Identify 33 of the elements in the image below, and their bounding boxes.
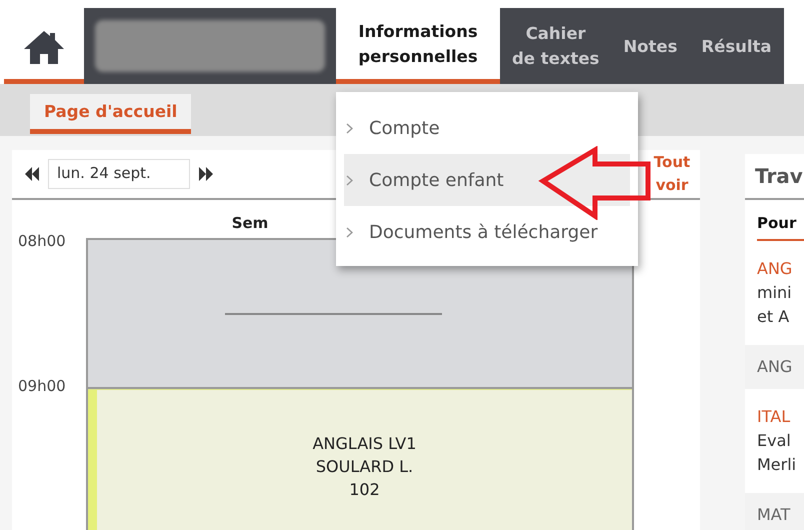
homework-text: mini — [757, 282, 793, 304]
chevron-icon — [346, 226, 353, 238]
previous-icon[interactable] — [24, 167, 40, 181]
time-label: 09h00 — [17, 377, 67, 397]
nav-tab[interactable]: Résulta — [689, 8, 784, 84]
chevron-icon — [346, 122, 353, 134]
panel-title: Trav — [745, 154, 804, 200]
homework-text: Eval — [757, 430, 792, 452]
next-icon[interactable] — [198, 167, 214, 181]
subject-label: ITAL — [757, 406, 792, 428]
subject-label: ANG — [757, 356, 794, 378]
homework-text: Merli — [757, 454, 798, 476]
homework-row[interactable]: MAT — [745, 493, 804, 530]
course-text: 102 — [348, 479, 381, 501]
menu-item[interactable]: Compte enfant — [344, 154, 630, 206]
time-label: 08h00 — [17, 232, 67, 252]
sub-tab[interactable]: Page d'accueil — [30, 94, 192, 134]
home-icon — [22, 28, 66, 64]
date-field[interactable]: lun. 24 sept. — [48, 159, 190, 189]
see-all-link[interactable]: Tout voir — [648, 151, 696, 197]
menu-item[interactable]: Compte — [344, 102, 630, 154]
nav-tab[interactable]: Cahier de textes — [500, 8, 612, 84]
homework-text: et A — [757, 306, 790, 328]
chevron-icon — [346, 174, 353, 186]
homework-row[interactable]: ANG — [745, 345, 804, 389]
subject-label: ANG — [757, 258, 794, 280]
course-text: ANGLAIS LV1 — [312, 433, 418, 455]
menu-item[interactable]: Documents à télécharger — [344, 206, 630, 258]
subject-label: MAT — [757, 504, 792, 526]
week-label: Sem — [230, 213, 270, 234]
course-text: SOULARD L. — [314, 456, 414, 478]
nav-tab[interactable]: Notes — [611, 8, 690, 84]
course-block[interactable]: ANGLAIS LV1 SOULARD L. 102 — [88, 389, 632, 530]
